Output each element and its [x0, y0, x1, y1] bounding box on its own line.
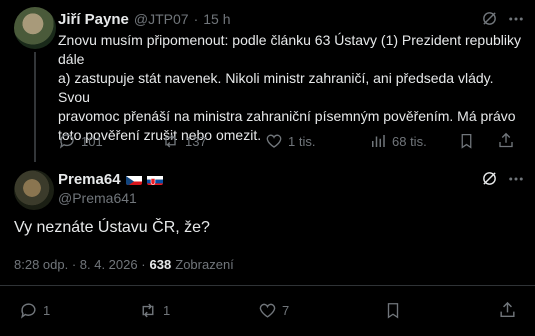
like-icon — [265, 132, 283, 150]
repost-action[interactable]: 137 — [161, 132, 207, 150]
like-action[interactable]: 1 tis. — [265, 132, 315, 150]
like-count: 7 — [282, 303, 290, 318]
author-handle[interactable]: @Prema641 — [58, 190, 137, 206]
more-icon[interactable] — [507, 172, 525, 186]
post-text-line: pravomoc přenáší na ministra zahraniční … — [58, 108, 516, 124]
slovak-flag-icon — [146, 174, 163, 185]
reply-action[interactable]: 1 — [19, 301, 50, 320]
post-text-line: dále — [58, 51, 85, 67]
post-time[interactable]: 15 h — [203, 11, 230, 27]
reply-count: 101 — [81, 133, 103, 149]
reply-icon — [19, 301, 38, 320]
reply-text: Vy neznáte Ústavu ČR, že? — [14, 219, 210, 236]
like-icon — [258, 301, 277, 320]
post-text-line: Znovu musím připomenout: podle článku 63… — [58, 32, 521, 48]
post-text-line: a) zastupuje stát navenek. Nikoli minist… — [58, 70, 494, 105]
post-timestamp[interactable]: 8:28 odp. · 8. 4. 2026 · — [14, 257, 146, 272]
avatar[interactable] — [14, 170, 54, 210]
views-action[interactable]: 68 tis. — [369, 132, 427, 150]
reply-author-row: Prema64 — [58, 171, 163, 188]
views-count: 68 tis. — [392, 133, 427, 149]
reply-icon — [58, 132, 76, 150]
bookmark-icon[interactable] — [458, 132, 475, 150]
repost-icon — [161, 132, 180, 150]
reply-count: 1 — [43, 303, 51, 318]
post-text: Znovu musím připomenout: podle článku 63… — [58, 31, 528, 145]
like-count: 1 tis. — [288, 133, 316, 149]
separator: · — [193, 11, 199, 27]
repost-icon — [138, 301, 158, 320]
reply-action[interactable]: 101 — [58, 132, 103, 150]
czech-flag-icon — [125, 174, 142, 185]
repost-action[interactable]: 1 — [138, 301, 170, 320]
thread-line — [34, 52, 36, 162]
avatar[interactable] — [14, 7, 56, 49]
author-name[interactable]: Jiří Payne — [58, 11, 129, 28]
share-icon[interactable] — [498, 300, 517, 320]
repost-count: 1 — [163, 303, 171, 318]
post-meta: 8:28 odp. · 8. 4. 2026 · 638 Zobrazení — [14, 257, 234, 272]
divider — [0, 285, 535, 286]
repost-count: 137 — [185, 133, 207, 149]
more-icon[interactable] — [507, 12, 525, 26]
views-icon — [369, 132, 387, 150]
grok-icon[interactable] — [481, 10, 498, 27]
post-header: Jiří Payne @JTP07 · 15 h — [58, 11, 231, 28]
grok-icon[interactable] — [481, 170, 498, 187]
author-handle[interactable]: @JTP07 — [134, 11, 189, 27]
views-count: 638 — [149, 257, 172, 272]
bookmark-icon[interactable] — [384, 301, 402, 320]
views-label: Zobrazení — [175, 257, 234, 272]
share-icon[interactable] — [497, 131, 515, 150]
like-action[interactable]: 7 — [258, 301, 289, 320]
author-name[interactable]: Prema64 — [58, 171, 121, 188]
